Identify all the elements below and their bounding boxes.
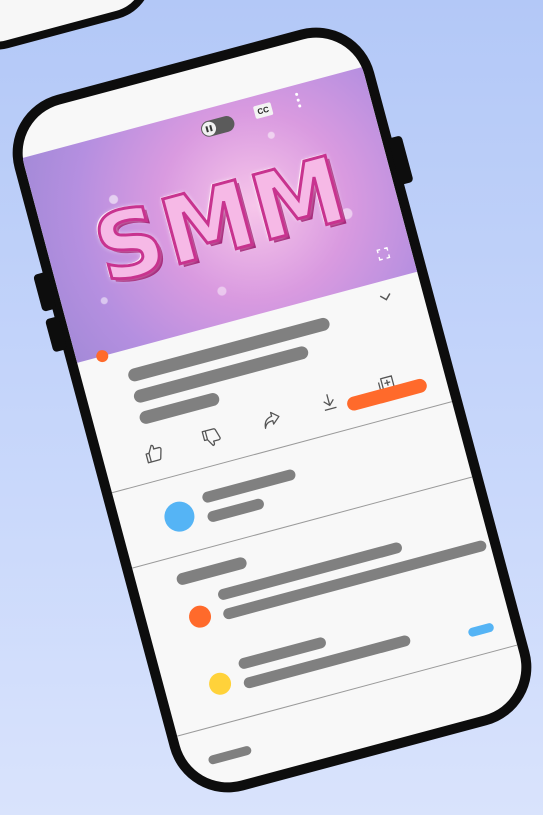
channel-avatar[interactable] bbox=[161, 498, 198, 535]
show-more-link[interactable] bbox=[467, 622, 495, 638]
chevron-down-icon[interactable] bbox=[378, 291, 394, 304]
share-icon[interactable] bbox=[258, 406, 285, 433]
pause-icon[interactable] bbox=[199, 114, 237, 139]
download-icon[interactable] bbox=[315, 389, 342, 416]
fullscreen-icon[interactable] bbox=[376, 246, 391, 262]
volume-down-button bbox=[44, 316, 68, 353]
channel-subscribers bbox=[206, 497, 266, 524]
comment-avatar[interactable] bbox=[206, 670, 234, 698]
phone-device: SMM CC bbox=[0, 14, 543, 806]
pause-toggle-knob bbox=[200, 120, 218, 138]
thumbs-down-icon[interactable] bbox=[199, 424, 226, 451]
phone-screen: SMM CC bbox=[11, 26, 533, 794]
channel-name[interactable] bbox=[201, 468, 297, 504]
comment-avatar[interactable] bbox=[186, 603, 214, 631]
cc-icon[interactable]: CC bbox=[252, 101, 274, 120]
footer-label bbox=[207, 745, 253, 766]
volume-up-button bbox=[32, 271, 57, 312]
comments-header[interactable] bbox=[175, 555, 248, 587]
video-logo-text: SMM bbox=[82, 134, 359, 306]
more-vertical-icon[interactable] bbox=[294, 92, 304, 110]
video-player[interactable]: SMM CC bbox=[22, 66, 418, 363]
thumbs-up-icon[interactable] bbox=[141, 440, 168, 467]
background-phone bbox=[0, 0, 163, 61]
